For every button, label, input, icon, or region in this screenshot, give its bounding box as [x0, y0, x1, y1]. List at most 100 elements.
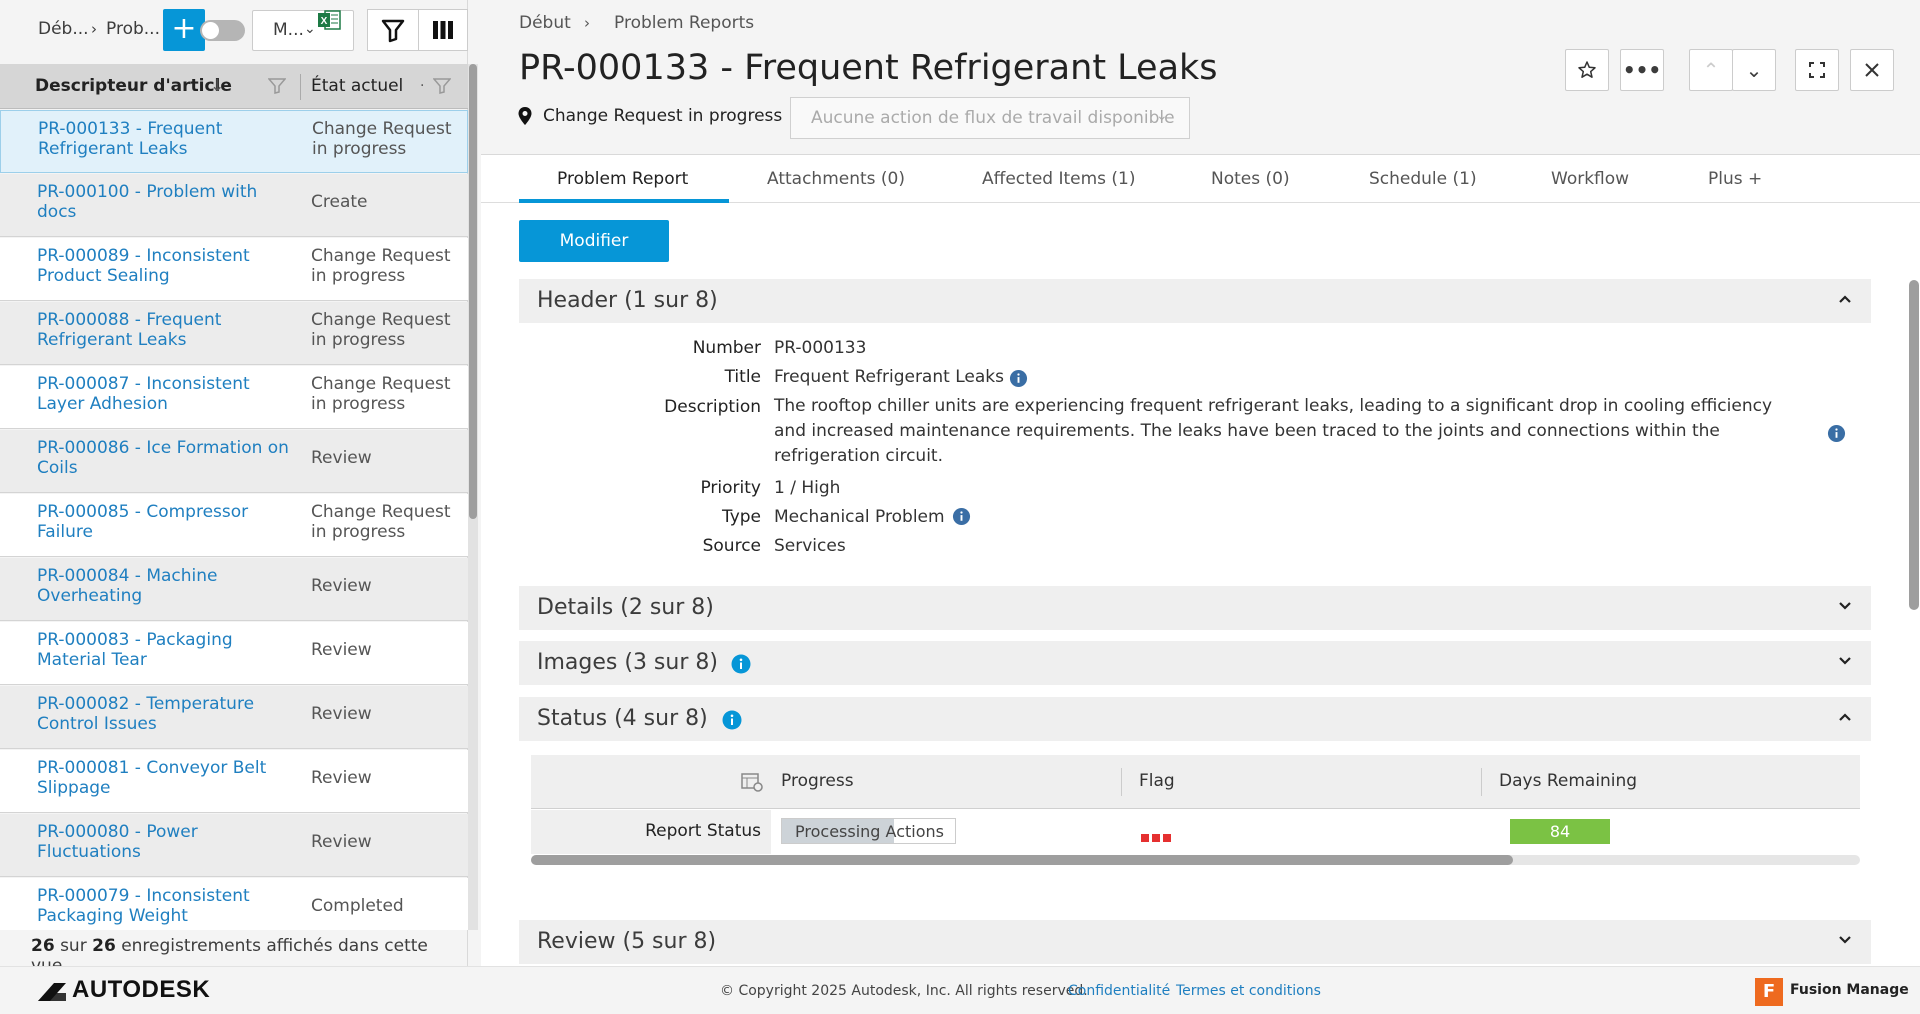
- chevron-up-icon[interactable]: [1837, 709, 1853, 725]
- breadcrumb-home[interactable]: Déb...: [38, 19, 89, 39]
- previous-item-button[interactable]: ⌃: [1689, 49, 1733, 91]
- progress-bar: Processing Actions: [781, 818, 956, 844]
- chevron-down-icon[interactable]: [1837, 653, 1853, 669]
- list-row[interactable]: PR-000083 - Packaging Material Tear Revie…: [0, 622, 468, 685]
- next-item-button[interactable]: ⌄: [1732, 49, 1776, 91]
- chevron-up-icon: ⌃: [1702, 58, 1720, 82]
- tab-affected-items[interactable]: Affected Items (1): [982, 169, 1136, 189]
- column-filter-icon[interactable]: [433, 78, 451, 94]
- row-descriptor-link[interactable]: PR-000083 - Packaging Material Tear: [37, 630, 297, 670]
- tab-notes[interactable]: Notes (0): [1211, 169, 1290, 189]
- table-settings-icon[interactable]: [741, 772, 763, 792]
- item-header: Début › Problem Reports PR-000133 - Freq…: [481, 0, 1920, 155]
- terms-link[interactable]: Termes et conditions: [1176, 983, 1321, 999]
- fullscreen-button[interactable]: [1795, 49, 1839, 91]
- row-descriptor-link[interactable]: PR-000086 - Ice Formation on Coils: [37, 438, 297, 478]
- list-row[interactable]: PR-000089 - Inconsistent Product Sealing…: [0, 238, 468, 301]
- field-value-title: Frequent Refrigerant Leaks: [774, 367, 1004, 387]
- row-state: Change Request in progress: [311, 310, 451, 350]
- section-title: Header (1 sur 8): [537, 288, 718, 313]
- status-matrix-scrollbar[interactable]: [531, 855, 1860, 865]
- fusion-manage-label: Fusion Manage: [1790, 982, 1909, 998]
- column-separator: [1121, 768, 1122, 796]
- list-row[interactable]: PR-000080 - Power Fluctuations Review: [0, 814, 468, 877]
- list-row[interactable]: PR-000079 - Inconsistent Packaging Weigh…: [0, 878, 468, 930]
- bookmark-star-button[interactable]: [1565, 49, 1609, 91]
- excel-export-icon[interactable]: X: [317, 8, 341, 32]
- privacy-link[interactable]: Confidentialité: [1068, 983, 1170, 999]
- info-icon[interactable]: [1009, 369, 1028, 388]
- workflow-actions-dropdown[interactable]: Aucune action de flux de travail disponi…: [790, 97, 1190, 139]
- list-row[interactable]: PR-000088 - Frequent Refrigerant Leaks Ch…: [0, 302, 468, 365]
- row-descriptor-link[interactable]: PR-000087 - Inconsistent Layer Adhesion: [37, 374, 297, 414]
- tab-attachments[interactable]: Attachments (0): [767, 169, 905, 189]
- flag-indicator: [1163, 834, 1171, 842]
- row-descriptor-link[interactable]: PR-000079 - Inconsistent Packaging Weigh…: [37, 886, 297, 926]
- detail-scrollbar-thumb[interactable]: [1909, 280, 1919, 610]
- row-descriptor-link[interactable]: PR-000089 - Inconsistent Product Sealing: [37, 246, 297, 286]
- fusion-manage-icon: F: [1755, 978, 1783, 1006]
- record-count-sep: sur: [60, 936, 87, 956]
- breadcrumb-home[interactable]: Début: [519, 13, 571, 33]
- row-descriptor-link[interactable]: PR-000085 - Compressor Failure: [37, 502, 297, 542]
- list-row[interactable]: PR-000081 - Conveyor Belt Slippage Review: [0, 750, 468, 813]
- column-header-descriptor[interactable]: Descripteur d'article: [35, 76, 232, 96]
- column-filter-icon[interactable]: [268, 78, 286, 94]
- section-header[interactable]: Header (1 sur 8): [519, 279, 1871, 323]
- column-header-state[interactable]: État actuel: [311, 76, 403, 96]
- chevron-down-icon[interactable]: [1837, 598, 1853, 614]
- close-icon: [1865, 63, 1879, 77]
- section-review[interactable]: Review (5 sur 8): [519, 920, 1871, 964]
- row-descriptor-link[interactable]: PR-000084 - Machine Overheating: [37, 566, 297, 606]
- info-icon[interactable]: [1827, 424, 1846, 443]
- list-grid-header: Descripteur d'article ↓ État actuel ·: [0, 64, 468, 109]
- breadcrumb-workspace[interactable]: Problem Reports: [614, 13, 754, 33]
- info-icon[interactable]: [952, 507, 971, 526]
- list-row[interactable]: PR-000100 - Problem with docs Create: [0, 174, 468, 237]
- field-value-description: The rooftop chiller units are experienci…: [774, 396, 1773, 466]
- sort-indicator-icon: ·: [420, 78, 425, 94]
- sort-descending-icon[interactable]: ↓: [210, 76, 224, 96]
- filter-icon[interactable]: [368, 10, 418, 50]
- edit-button[interactable]: Modifier: [519, 220, 669, 262]
- row-descriptor-link[interactable]: PR-000082 - Temperature Control Issues: [37, 694, 297, 734]
- row-state: Completed: [311, 896, 404, 916]
- list-row[interactable]: PR-000085 - Compressor Failure Change Req…: [0, 494, 468, 557]
- list-row[interactable]: PR-000086 - Ice Formation on Coils Review: [0, 430, 468, 493]
- breadcrumb-workspace[interactable]: Prob...: [106, 19, 160, 39]
- list-row[interactable]: PR-000084 - Machine Overheating Review: [0, 558, 468, 621]
- item-tabs: Problem Report Attachments (0) Affected …: [481, 155, 1920, 203]
- section-details[interactable]: Details (2 sur 8): [519, 586, 1871, 630]
- list-scrollbar[interactable]: [468, 64, 478, 930]
- list-row[interactable]: PR-000082 - Temperature Control Issues Re…: [0, 686, 468, 749]
- row-descriptor-link[interactable]: PR-000133 - Frequent Refrigerant Leaks: [38, 119, 298, 159]
- row-descriptor-link[interactable]: PR-000080 - Power Fluctuations: [37, 822, 297, 862]
- chevron-up-icon[interactable]: [1837, 291, 1853, 307]
- list-tool-group: [367, 9, 468, 51]
- tab-more[interactable]: Plus +: [1708, 169, 1762, 189]
- list-row[interactable]: PR-000087 - Inconsistent Layer Adhesion C…: [0, 366, 468, 429]
- page-title: PR-000133 - Frequent Refrigerant Leaks: [519, 48, 1218, 88]
- row-descriptor-link[interactable]: PR-000088 - Frequent Refrigerant Leaks: [37, 310, 297, 350]
- add-item-button[interactable]: +: [163, 9, 205, 51]
- tab-schedule[interactable]: Schedule (1): [1369, 169, 1477, 189]
- info-icon[interactable]: [722, 710, 742, 730]
- columns-icon[interactable]: [419, 10, 467, 50]
- view-toggle[interactable]: [200, 20, 245, 41]
- row-descriptor-link[interactable]: PR-000100 - Problem with docs: [37, 182, 297, 222]
- tab-problem-report[interactable]: Problem Report: [557, 169, 688, 189]
- status-matrix-scrollbar-thumb[interactable]: [531, 855, 1513, 865]
- chevron-down-icon[interactable]: [1837, 932, 1853, 948]
- active-tab-indicator: [519, 199, 729, 203]
- tab-workflow[interactable]: Workflow: [1551, 169, 1629, 189]
- column-header-flag: Flag: [1139, 771, 1175, 791]
- close-button[interactable]: [1850, 49, 1894, 91]
- section-images[interactable]: Images (3 sur 8): [519, 641, 1871, 685]
- list-row[interactable]: PR-000133 - Frequent Refrigerant Leaks Ch…: [0, 110, 468, 173]
- more-actions-button[interactable]: •••: [1620, 49, 1664, 91]
- info-icon[interactable]: [731, 654, 751, 674]
- section-status[interactable]: Status (4 sur 8): [519, 697, 1871, 741]
- list-scrollbar-thumb[interactable]: [469, 64, 477, 519]
- chevron-down-icon: ⌄: [304, 21, 316, 37]
- row-descriptor-link[interactable]: PR-000081 - Conveyor Belt Slippage: [37, 758, 297, 798]
